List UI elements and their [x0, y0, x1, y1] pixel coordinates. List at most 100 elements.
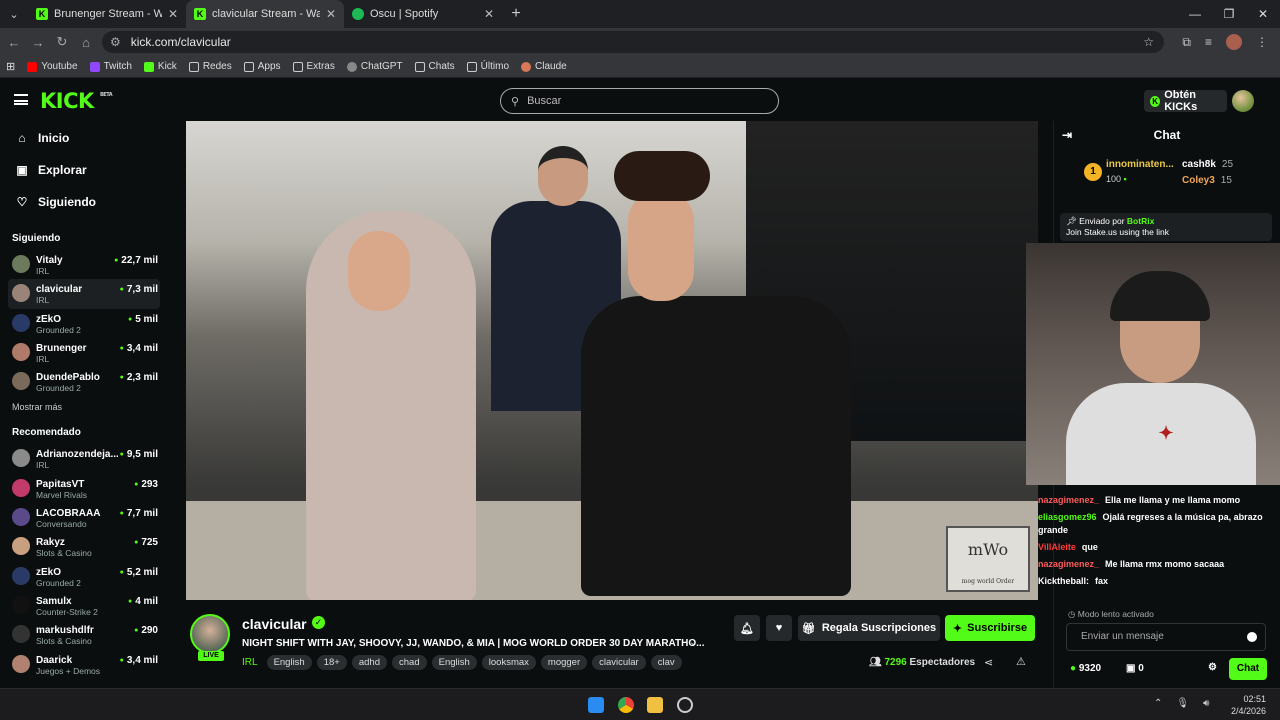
- bookmark-folder-extras[interactable]: Extras: [292, 61, 335, 72]
- stream-tag[interactable]: mogger: [540, 655, 588, 670]
- chat-settings-icon[interactable]: ⚙: [1208, 662, 1217, 673]
- sidebar-channel-row[interactable]: RakyzSlots & Casino 725: [0, 532, 168, 561]
- volume-icon[interactable]: 🔊︎: [1203, 698, 1209, 709]
- close-tab-icon[interactable]: ✕: [484, 7, 494, 21]
- sidebar-nav-explorar[interactable]: ▣ Explorar: [0, 154, 168, 186]
- sidebar-channel-row[interactable]: VitalyIRL 22,7 mil: [0, 250, 168, 279]
- star-icon: ✦: [952, 622, 963, 635]
- hamburger-menu-icon[interactable]: [14, 94, 28, 105]
- subscribe-button[interactable]: ✦ Suscribirse: [945, 615, 1035, 641]
- bookmark-kick[interactable]: Kick: [143, 61, 177, 72]
- chat-username[interactable]: nazagimenez_: [1038, 559, 1099, 569]
- forward-icon[interactable]: →: [26, 35, 50, 50]
- chat-username[interactable]: nazagimenez_: [1038, 495, 1099, 505]
- report-icon[interactable]: ⚠: [1016, 655, 1026, 668]
- reload-icon[interactable]: ↻: [50, 34, 74, 50]
- apps-grid-icon[interactable]: ⊞: [6, 60, 15, 73]
- search-input[interactable]: ⚲ Buscar: [500, 88, 779, 114]
- collapse-chat-icon[interactable]: ⇥: [1062, 128, 1072, 142]
- sidebar-channel-row[interactable]: LACOBRAAAConversando 7,7 mil: [0, 503, 168, 532]
- channel-avatar[interactable]: [190, 614, 230, 654]
- notification-bell-button[interactable]: 🔔︎: [734, 615, 760, 641]
- gifts-count[interactable]: ▣ 0: [1126, 663, 1144, 674]
- sidebar-channel-row[interactable]: SamulxCounter-Strike 2 4 mil: [0, 591, 168, 620]
- extensions-icon[interactable]: ⧉: [1182, 35, 1191, 50]
- obs-icon[interactable]: [677, 697, 693, 713]
- bookmark-youtube[interactable]: Youtube: [27, 61, 78, 72]
- share-icon[interactable]: ⋖: [984, 656, 993, 669]
- bookmark-claude[interactable]: Claude: [521, 61, 567, 72]
- stream-tag[interactable]: English: [266, 655, 312, 670]
- gifter-entry[interactable]: Coley3 15: [1182, 175, 1232, 186]
- sidebar-channel-row[interactable]: DuendePabloGrounded 2 2,3 mil: [0, 367, 168, 396]
- chat-message-input[interactable]: Enviar un mensaje: [1066, 623, 1266, 651]
- browser-tab-clavicular[interactable]: K clavicular Stream - Watch Live ✕: [186, 0, 344, 28]
- chrome-icon[interactable]: [618, 697, 634, 713]
- mic-icon[interactable]: 🎙︎: [1176, 698, 1189, 709]
- stream-tag[interactable]: English: [431, 655, 477, 670]
- stream-tag[interactable]: clav: [650, 655, 682, 670]
- follow-button[interactable]: ♥: [766, 615, 792, 641]
- chevron-down-icon[interactable]: ⌄: [689, 637, 697, 648]
- sidebar-channel-row[interactable]: DaarickJuegos + Demos 3,4 mil: [0, 650, 168, 679]
- stream-tag[interactable]: chad: [392, 655, 427, 670]
- kicks-balance[interactable]: ● 9320: [1070, 663, 1101, 674]
- menu-dots-icon[interactable]: ⋮: [1256, 35, 1268, 49]
- bookmark-folder-redes[interactable]: Redes: [188, 61, 232, 72]
- clock[interactable]: 02:51 2/4/2026: [1231, 693, 1266, 717]
- sidebar-nav-inicio[interactable]: ⌂ Inicio: [0, 122, 168, 154]
- show-more-link[interactable]: Mostrar más: [0, 396, 168, 418]
- user-avatar[interactable]: [1232, 90, 1254, 112]
- windows-start-icon[interactable]: [588, 697, 604, 713]
- profile-avatar[interactable]: [1226, 34, 1242, 50]
- url-bar[interactable]: ⚙ kick.com/clavicular ☆: [102, 31, 1164, 53]
- bookmark-folder-ultimo[interactable]: Último: [466, 61, 509, 72]
- bookmark-twitch[interactable]: Twitch: [89, 61, 132, 72]
- video-player[interactable]: mWo mog world Order: [186, 121, 1038, 600]
- home-icon[interactable]: ⌂: [74, 35, 98, 50]
- sidebar-channel-row[interactable]: zEkOGrounded 2 5 mil: [0, 309, 168, 338]
- channel-name[interactable]: clavicular: [242, 616, 307, 632]
- stream-tag[interactable]: 18+: [316, 655, 347, 670]
- minimize-icon[interactable]: —: [1178, 0, 1212, 28]
- media-icon[interactable]: ≡: [1205, 35, 1212, 49]
- pinned-message[interactable]: 📌︎ Enviado por BotRix Join Stake.us usin…: [1060, 213, 1272, 241]
- send-chat-button[interactable]: Chat: [1229, 658, 1267, 680]
- sidebar-channel-row[interactable]: Adrianozendeja...IRL 9,5 mil: [0, 444, 168, 473]
- chat-username[interactable]: Kicktheball:: [1038, 576, 1089, 586]
- bookmark-folder-apps[interactable]: Apps: [243, 61, 281, 72]
- sidebar-channel-row[interactable]: zEkOGrounded 2 5,2 mil: [0, 562, 168, 591]
- bookmark-star-icon[interactable]: ☆: [1143, 35, 1154, 49]
- sidebar-nav-siguiendo[interactable]: ♡ Siguiendo: [0, 186, 168, 218]
- close-tab-icon[interactable]: ✕: [168, 7, 178, 21]
- maximize-icon[interactable]: ❐: [1212, 0, 1246, 28]
- chat-username[interactable]: VillAleite: [1038, 542, 1076, 552]
- bookmark-chatgpt[interactable]: ChatGPT: [346, 61, 403, 72]
- sidebar-channel-row[interactable]: clavicularIRL 7,3 mil: [8, 279, 160, 309]
- file-explorer-icon[interactable]: [647, 697, 663, 713]
- tab-search-icon[interactable]: ⌄: [0, 0, 28, 28]
- back-icon[interactable]: ←: [2, 35, 26, 50]
- kick-logo[interactable]: KICK BETA: [40, 89, 113, 113]
- stream-tag[interactable]: looksmax: [481, 655, 536, 670]
- stream-category[interactable]: IRL: [242, 657, 258, 668]
- sidebar-channel-row[interactable]: PapitasVTMarvel Rivals 293: [0, 474, 168, 503]
- close-tab-icon[interactable]: ✕: [326, 7, 336, 21]
- bookmark-folder-chats[interactable]: Chats: [414, 61, 455, 72]
- sidebar-channel-row[interactable]: markushdlfrSlots & Casino 290: [0, 620, 168, 649]
- chat-username[interactable]: eliasgomez96: [1038, 512, 1097, 522]
- top-gifter-name[interactable]: innominaten...: [1106, 159, 1174, 170]
- sidebar-channel-row[interactable]: BrunengerIRL 3,4 mil: [0, 338, 168, 367]
- browser-tab-brunenger[interactable]: K Brunenger Stream - Watch Live ✕: [28, 0, 186, 28]
- site-info-icon[interactable]: ⚙: [110, 35, 121, 49]
- emoji-icon[interactable]: [1247, 632, 1257, 642]
- chevron-up-icon[interactable]: ⌃: [1154, 698, 1162, 709]
- gifter-entry[interactable]: cash8k 25: [1182, 159, 1233, 170]
- close-window-icon[interactable]: ✕: [1246, 0, 1280, 28]
- new-tab-button[interactable]: +: [502, 5, 530, 23]
- stream-tag[interactable]: clavicular: [592, 655, 646, 670]
- get-kicks-button[interactable]: K Obtén KICKs: [1144, 89, 1227, 113]
- browser-tab-spotify[interactable]: Oscu | Spotify ✕: [344, 0, 502, 28]
- gift-subs-button[interactable]: 🎁︎ Regala Suscripciones: [798, 615, 940, 641]
- stream-tag[interactable]: adhd: [351, 655, 387, 670]
